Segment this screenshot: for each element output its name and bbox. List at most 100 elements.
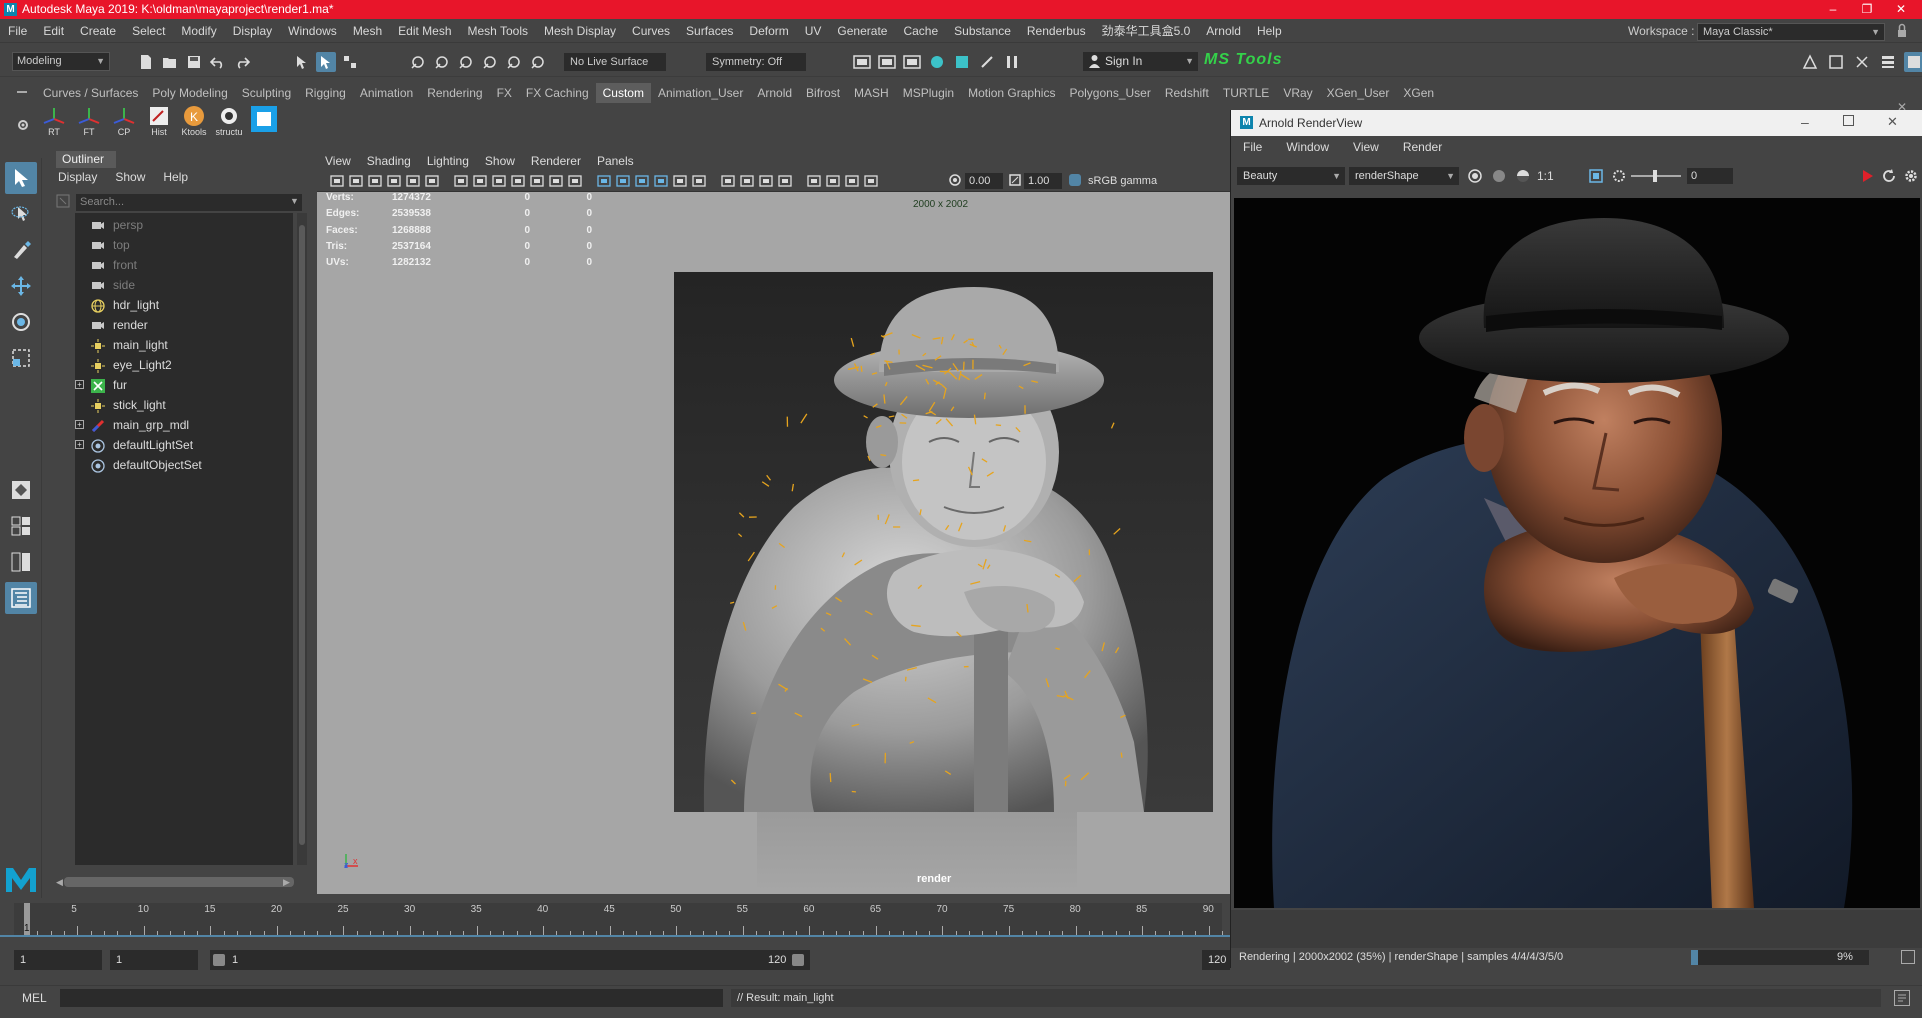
lock-icon[interactable] (1896, 23, 1908, 39)
settings-gear-icon[interactable] (1903, 168, 1919, 184)
close-button[interactable]: ✕ (1887, 114, 1898, 130)
color-management-icon[interactable] (1068, 173, 1082, 187)
shelf-button-ktools[interactable]: K Ktools (180, 105, 208, 137)
shelf-tab-custom[interactable]: Custom (595, 83, 651, 103)
shelf-button-structu[interactable]: structu (215, 105, 243, 137)
shadows-icon[interactable] (691, 173, 707, 189)
snap-vertex-icon[interactable] (528, 52, 548, 72)
minimize-button[interactable]: – (1818, 0, 1848, 19)
select-camera-icon[interactable] (329, 173, 345, 189)
modeling-toolkit-icon[interactable] (1800, 52, 1820, 72)
start-frame-field[interactable]: 1 (14, 950, 102, 970)
menu-surfaces[interactable]: Surfaces (678, 19, 741, 43)
shelf-button-cp[interactable]: CP (110, 105, 138, 137)
channel-box-icon[interactable] (1878, 52, 1898, 72)
viewport-menu-view[interactable]: View (317, 152, 359, 170)
menu-renderbus[interactable]: Renderbus (1019, 19, 1094, 43)
playback-start-field[interactable]: 1 (110, 950, 198, 970)
shelf-tab-rigging[interactable]: Rigging (298, 83, 353, 103)
field-chart-icon[interactable] (529, 173, 545, 189)
menu-help[interactable]: Help (1249, 19, 1290, 43)
shelf-tab-rendering[interactable]: Rendering (420, 83, 489, 103)
renderview-menu-render[interactable]: Render (1391, 138, 1454, 156)
viewport-menu-show[interactable]: Show (477, 152, 523, 170)
menu-curves[interactable]: Curves (624, 19, 678, 43)
shelf-tab-poly-modeling[interactable]: Poly Modeling (145, 83, 234, 103)
outliner-search-input[interactable]: Search... (76, 194, 302, 211)
script-editor-icon[interactable] (1894, 990, 1910, 1006)
shelf-tab-bifrost[interactable]: Bifrost (799, 83, 847, 103)
outliner-item-hdr-light[interactable]: hdr_light (83, 295, 293, 315)
select-hierarchy-icon[interactable] (292, 52, 312, 72)
attribute-editor-icon[interactable] (1826, 52, 1846, 72)
range-end-handle[interactable] (792, 954, 804, 966)
two-d-pan-icon[interactable] (405, 173, 421, 189)
exposure-gear-icon[interactable] (1611, 168, 1627, 184)
outliner-item-front[interactable]: front (83, 255, 293, 275)
shelf-button-ft[interactable]: FT (75, 105, 103, 137)
command-language-toggle[interactable]: MEL (22, 991, 47, 1005)
shelf-tab-animation-user[interactable]: Animation_User (651, 83, 750, 103)
exposure-slider-handle[interactable] (1653, 170, 1657, 182)
filter-icon[interactable] (56, 194, 70, 208)
shelf-tab-xgen[interactable]: XGen (1396, 83, 1441, 103)
zoom-1-1-button[interactable]: 1:1 (1537, 167, 1554, 185)
viewport-menu-renderer[interactable]: Renderer (523, 152, 589, 170)
outliner-menu-show[interactable]: Show (115, 170, 145, 184)
film-gate-icon[interactable] (472, 173, 488, 189)
shelf-tab-mash[interactable]: MASH (847, 83, 896, 103)
shelf-tab-curves-surfaces[interactable]: Curves / Surfaces (36, 83, 145, 103)
snap-view-plane-icon[interactable] (480, 52, 500, 72)
renderview-menu-window[interactable]: Window (1274, 138, 1341, 156)
motion-blur-icon[interactable] (739, 173, 755, 189)
use-all-lights-icon[interactable] (672, 173, 688, 189)
menu-set-select[interactable]: Modeling ▼ (12, 52, 110, 71)
render-settings-icon[interactable] (902, 52, 922, 72)
ambient-occlusion-icon[interactable] (720, 173, 736, 189)
menu-create[interactable]: Create (72, 19, 124, 43)
render-play-icon[interactable] (1861, 168, 1875, 184)
frame-all-icon[interactable] (1588, 168, 1604, 184)
time-slider[interactable]: 1 5 10 15 20 25 30 35 40 45 50 55 60 65 70 75 80 85 90 (14, 903, 1223, 936)
renderview-menu-file[interactable]: File (1231, 138, 1274, 156)
rotate-tool-icon[interactable] (5, 306, 37, 338)
outliner-item-render[interactable]: render (83, 315, 293, 335)
image-plane-icon[interactable] (386, 173, 402, 189)
menu-generate[interactable]: Generate (829, 19, 895, 43)
wireframe-on-shaded-icon[interactable] (634, 173, 650, 189)
xray-icon[interactable] (825, 173, 841, 189)
shelf-tab-msplugin[interactable]: MSPlugin (896, 83, 961, 103)
menu-display[interactable]: Display (225, 19, 280, 43)
menu-edit-mesh[interactable]: Edit Mesh (390, 19, 459, 43)
render-frame-icon[interactable] (852, 52, 872, 72)
shelf-button-window[interactable] (250, 105, 278, 137)
outliner-layout-icon[interactable] (5, 582, 37, 614)
outliner-item-top[interactable]: top (83, 235, 293, 255)
isolate-select-icon[interactable] (806, 173, 822, 189)
outliner-tab[interactable]: Outliner (56, 151, 116, 168)
menu-substance[interactable]: Substance (946, 19, 1019, 43)
end-frame-field[interactable]: 120 (1202, 950, 1230, 970)
ipr-render-icon[interactable] (877, 52, 897, 72)
menu-uv[interactable]: UV (797, 19, 830, 43)
hypershade-icon[interactable] (927, 52, 947, 72)
select-tool-icon[interactable] (5, 162, 37, 194)
menu-mesh[interactable]: Mesh (345, 19, 390, 43)
menu-deform[interactable]: Deform (741, 19, 796, 43)
chevron-down-icon[interactable]: ▼ (290, 196, 299, 206)
outliner-menu-help[interactable]: Help (163, 170, 188, 184)
restore-button[interactable]: ❐ (1852, 0, 1882, 19)
minimize-button[interactable]: – (1801, 114, 1809, 130)
scroll-left-icon[interactable]: ◀ (56, 877, 63, 888)
snapshot-icon[interactable] (1901, 950, 1915, 964)
undo-icon[interactable] (208, 52, 228, 72)
xray-joints-icon[interactable] (844, 173, 860, 189)
scale-tool-icon[interactable] (5, 342, 37, 374)
viewport-menu-panels[interactable]: Panels (589, 152, 642, 170)
snap-surface-icon[interactable] (504, 52, 524, 72)
menu-arnold[interactable]: Arnold (1198, 19, 1249, 43)
symmetry-select[interactable]: Symmetry: Off (706, 53, 806, 71)
snap-grid-icon[interactable] (408, 52, 428, 72)
paint-select-tool-icon[interactable] (5, 234, 37, 266)
renderview-menu-view[interactable]: View (1341, 138, 1391, 156)
